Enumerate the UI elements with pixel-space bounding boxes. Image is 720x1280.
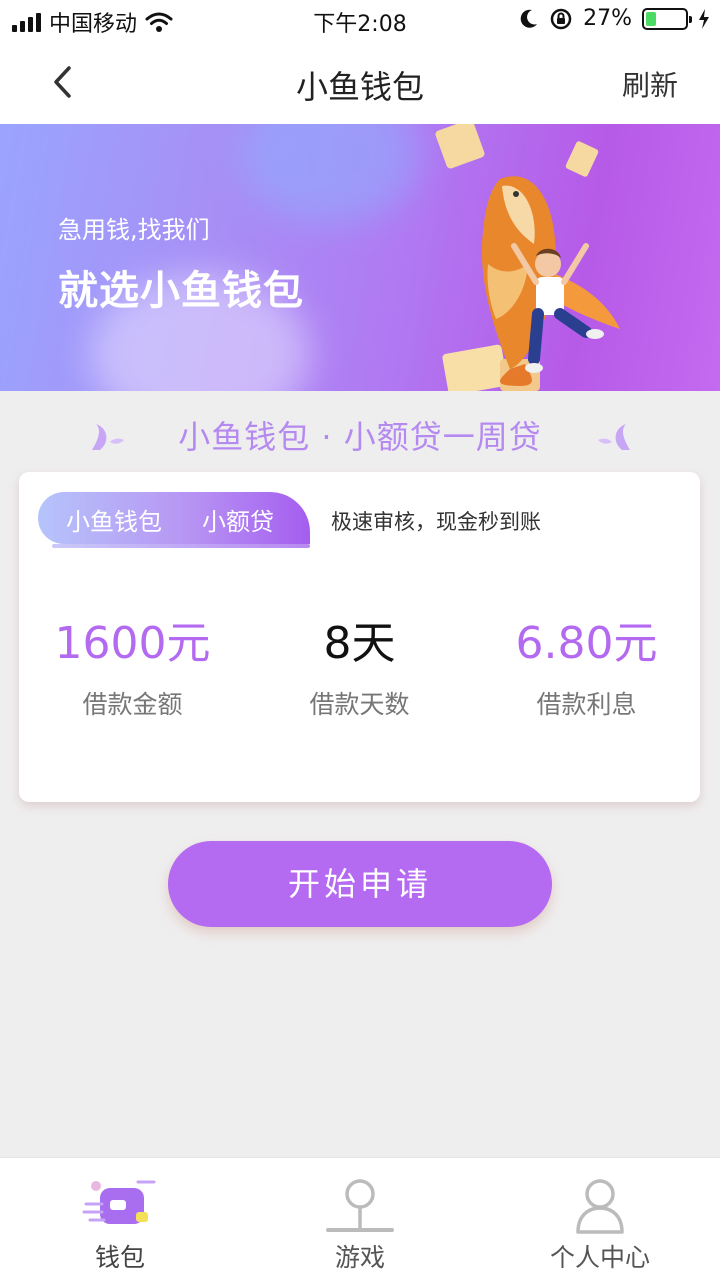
banner-subtitle: 急用钱,找我们 — [58, 216, 210, 244]
apply-button[interactable]: 开始申请 — [168, 841, 552, 927]
koi-fish-illustration — [435, 124, 620, 391]
loan-interest-value: 6.80元 — [515, 618, 658, 669]
refresh-button[interactable]: 刷新 — [622, 64, 678, 104]
battery-percent: 27% — [583, 6, 632, 31]
tab-profile[interactable]: 个人中心 — [480, 1158, 720, 1280]
rotation-lock-icon — [550, 8, 572, 29]
tab-profile-label: 个人中心 — [549, 1243, 650, 1272]
game-icon — [326, 1179, 394, 1232]
user-icon — [576, 1179, 624, 1234]
status-bar: 中国移动 下午2:08 27% — [0, 0, 720, 40]
product-tag: 小鱼钱包 小额贷 — [38, 492, 310, 544]
tab-game-label: 游戏 — [334, 1243, 385, 1272]
loan-amount-stat: 1600元 借款金额 — [19, 607, 246, 721]
tab-wallet-label: 钱包 — [94, 1243, 145, 1272]
tab-wallet[interactable]: 钱包 — [0, 1158, 240, 1280]
navigation-bar: 小鱼钱包 刷新 — [0, 40, 720, 124]
page-title: 小鱼钱包 — [295, 68, 424, 106]
loan-amount-label: 借款金额 — [82, 690, 183, 719]
loan-interest-stat: 6.80元 借款利息 — [473, 607, 700, 721]
tag-underline — [52, 544, 310, 548]
loan-days-stat: 8天 借款天数 — [246, 607, 473, 721]
promo-banner[interactable]: 急用钱,找我们 就选小鱼钱包 — [0, 124, 720, 391]
loan-days-label: 借款天数 — [309, 690, 410, 719]
back-button[interactable] — [40, 60, 84, 104]
product-tag-type: 小额贷 — [202, 508, 274, 536]
banner-haze — [240, 124, 420, 224]
moon-icon — [520, 9, 538, 28]
banner-title: 就选小鱼钱包 — [58, 268, 304, 314]
tab-game[interactable]: 游戏 — [240, 1158, 480, 1280]
wallet-icon — [82, 1180, 156, 1224]
loan-days-value: 8天 — [323, 618, 396, 669]
chevron-left-icon — [54, 66, 71, 98]
loan-interest-label: 借款利息 — [536, 690, 637, 719]
status-right: 27% — [519, 6, 710, 31]
battery-icon — [642, 7, 692, 30]
right-splash-icon — [598, 424, 630, 450]
product-tag-name: 小鱼钱包 — [66, 508, 162, 536]
loan-card: 小鱼钱包 小额贷 极速审核，现金秒到账 1600元 借款金额 8天 借款天数 6… — [19, 472, 700, 802]
card-slogan: 极速审核，现金秒到账 — [331, 510, 541, 534]
tab-bar: 钱包 游戏 个人中心 — [0, 1157, 720, 1280]
charging-icon — [699, 8, 709, 29]
loan-amount-value: 1600元 — [54, 618, 211, 669]
